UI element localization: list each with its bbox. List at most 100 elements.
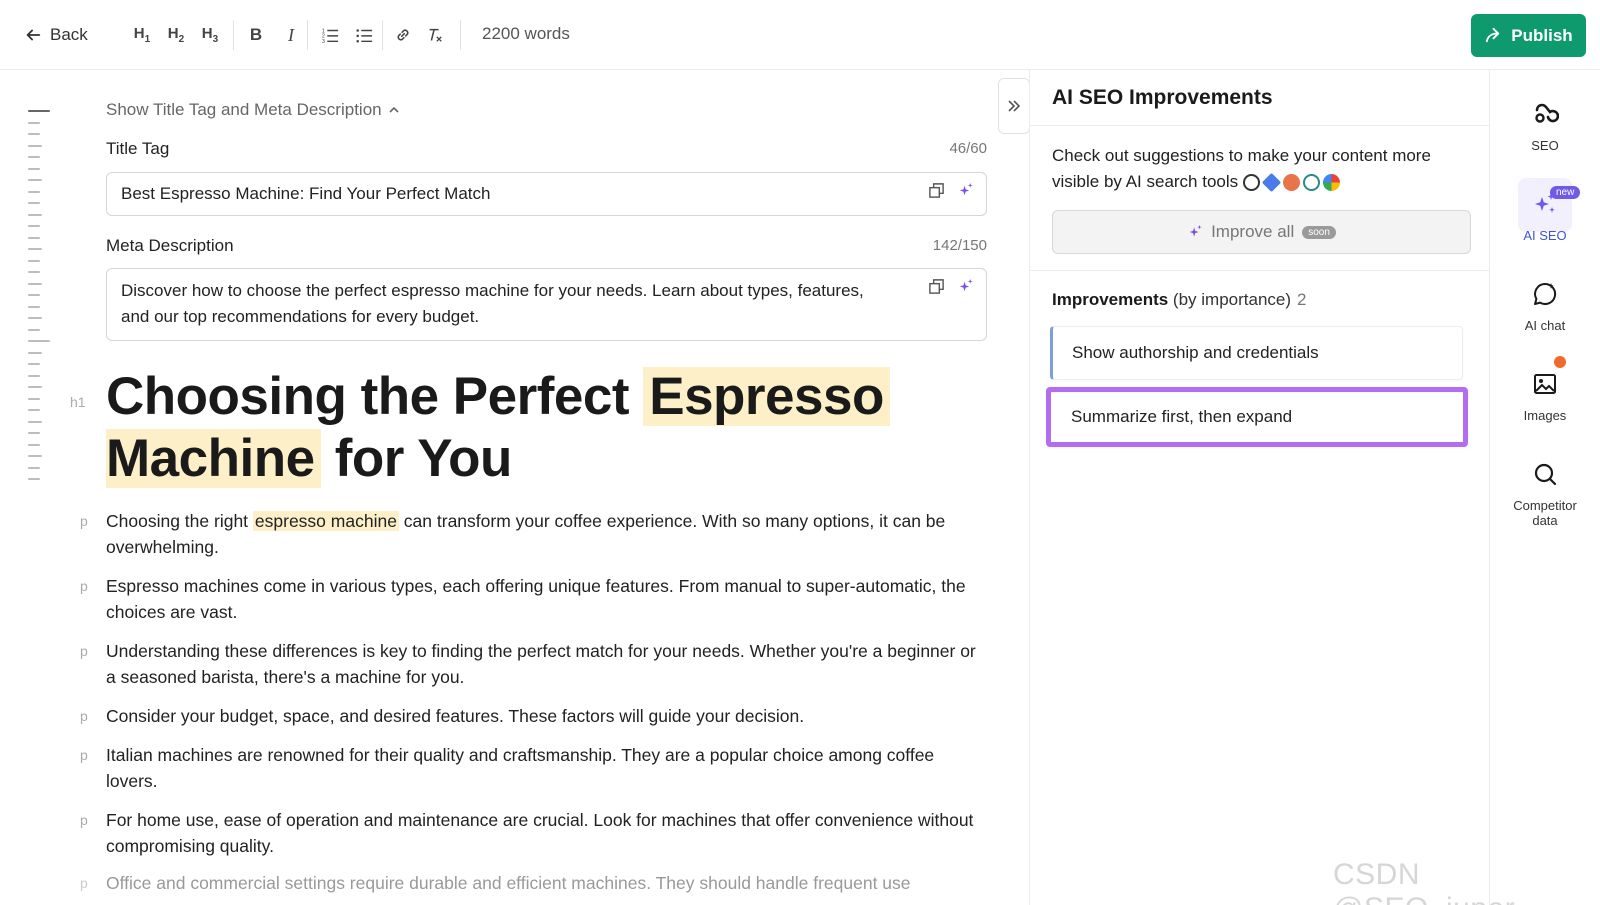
outline-tick — [28, 409, 40, 411]
chatgpt-icon — [1242, 174, 1260, 192]
rail-label: Images — [1523, 408, 1567, 423]
heading-1-button[interactable]: H1 — [128, 22, 156, 48]
arrow-left-icon — [26, 29, 41, 41]
outline-tick — [28, 179, 42, 181]
new-badge: new — [1550, 186, 1581, 199]
outline-tick — [28, 317, 42, 319]
rail-item-images[interactable]: Images — [1490, 370, 1600, 423]
paragraph[interactable]: Understanding these differences is key t… — [106, 638, 986, 690]
panel-description-text: Check out suggestions to make your conte… — [1052, 146, 1431, 191]
outline-tick — [28, 340, 50, 342]
search-icon — [1534, 463, 1557, 486]
paragraph[interactable]: For home use, ease of operation and main… — [106, 807, 986, 859]
heading-2-button[interactable]: H2 — [162, 22, 190, 48]
document-heading[interactable]: Choosing the Perfect Espresso Machine for… — [106, 366, 986, 490]
p-block-tag: p — [80, 875, 88, 891]
paragraph[interactable]: Espresso machines come in various types,… — [106, 573, 986, 625]
highlighted-keyword: Espresso — [643, 367, 890, 426]
outline-tick — [28, 455, 42, 457]
rail-item-ai-seo[interactable]: new AI SEO — [1490, 186, 1600, 243]
heading-3-button[interactable]: H3 — [196, 22, 224, 48]
outline-tick — [28, 363, 40, 365]
outline-tick — [28, 236, 40, 239]
outline-tick — [28, 443, 40, 446]
highlighted-keyword: Machine — [106, 429, 321, 488]
outline-tick — [28, 386, 42, 388]
h1-block-tag: h1 — [70, 394, 86, 410]
perplexity-icon — [1302, 174, 1320, 192]
rail-label: AI SEO — [1523, 228, 1567, 243]
outline-tick — [28, 190, 40, 193]
outline-tick — [28, 110, 50, 112]
improve-all-button[interactable]: Improve all soon — [1052, 210, 1471, 254]
paragraph[interactable]: Italian machines are renowned for their … — [106, 742, 986, 794]
improvement-item[interactable]: Show authorship and credentials — [1050, 326, 1463, 380]
outline-tick — [28, 432, 40, 434]
rail-item-competitor-data[interactable]: Competitor data — [1490, 460, 1600, 528]
collapse-panel-button[interactable] — [998, 78, 1030, 134]
editor-toolbar: Back H1 H2 H3 B I 123 2200 words Publish — [0, 0, 1600, 70]
ordered-list-icon: 123 — [322, 28, 339, 44]
p-block-tag: p — [80, 513, 88, 529]
paragraph[interactable]: Consider your budget, space, and desired… — [106, 703, 986, 729]
improvements-heading: Improvements (by importance) 2 — [1052, 290, 1307, 310]
seo-logo-icon — [1535, 103, 1559, 123]
double-chevron-right-icon — [1008, 100, 1021, 112]
rail-item-ai-chat[interactable]: AI chat — [1490, 280, 1600, 333]
outline-tick — [28, 259, 40, 262]
sparkle-icon[interactable] — [957, 182, 974, 199]
document-outline-ruler[interactable] — [28, 110, 54, 490]
meta-toggle[interactable]: Show Title Tag and Meta Description — [106, 100, 400, 120]
ordered-list-button[interactable]: 123 — [316, 22, 344, 48]
improvements-heading-bold: Improvements — [1052, 290, 1169, 309]
meta-description-field[interactable]: Discover how to choose the perfect espre… — [106, 268, 987, 341]
outline-tick — [28, 351, 42, 354]
meta-description-value[interactable]: Discover how to choose the perfect espre… — [121, 278, 881, 330]
outline-tick — [28, 213, 42, 216]
google-icon — [1322, 174, 1340, 192]
outline-tick — [28, 167, 40, 170]
paragraph[interactable]: Choosing the right espresso machine can … — [106, 508, 986, 560]
bold-button[interactable]: B — [242, 22, 270, 48]
p-block-tag: p — [80, 708, 88, 724]
highlighted-keyword: espresso machine — [252, 511, 399, 531]
improvement-item-selected[interactable]: Summarize first, then expand — [1046, 387, 1468, 447]
ai-tool-logos — [1242, 172, 1340, 193]
share-arrow-icon — [1486, 27, 1500, 43]
meta-toggle-label: Show Title Tag and Meta Description — [106, 100, 382, 119]
title-tag-count: 46/60 — [949, 140, 987, 157]
outline-tick — [28, 397, 40, 400]
sparkle-icon — [1189, 224, 1202, 237]
rail-label: data — [1532, 513, 1558, 528]
publish-button[interactable]: Publish — [1471, 14, 1586, 57]
link-icon — [397, 29, 409, 41]
panel-title: AI SEO Improvements — [1052, 86, 1273, 109]
paragraph[interactable]: Office and commercial settings require d… — [106, 870, 986, 896]
outline-tick — [28, 144, 42, 147]
publish-label: Publish — [1511, 25, 1573, 45]
italic-button[interactable]: I — [277, 22, 305, 48]
outline-tick — [28, 305, 40, 308]
soon-badge: soon — [1302, 225, 1336, 239]
back-label: Back — [50, 25, 88, 44]
bullet-list-button[interactable] — [350, 22, 378, 48]
title-tag-value[interactable]: Best Espresso Machine: Find Your Perfect… — [121, 181, 490, 207]
outline-tick — [28, 202, 40, 204]
watermark: CSDN @SEO_juper — [1333, 858, 1515, 905]
image-icon — [1534, 374, 1556, 394]
copy-icon[interactable] — [928, 278, 945, 295]
back-button[interactable]: Back — [24, 22, 88, 48]
outline-tick — [28, 328, 40, 331]
rail-item-seo[interactable]: SEO — [1490, 100, 1600, 153]
svg-text:3: 3 — [322, 39, 325, 44]
outline-tick — [28, 156, 40, 158]
clear-format-button[interactable] — [421, 22, 449, 48]
clear-format-icon — [429, 28, 442, 42]
link-button[interactable] — [389, 22, 417, 48]
outline-tick — [28, 294, 40, 296]
title-tag-field[interactable]: Best Espresso Machine: Find Your Perfect… — [106, 172, 987, 216]
copy-icon[interactable] — [928, 182, 945, 199]
outline-tick — [28, 282, 42, 285]
sparkle-icon[interactable] — [957, 278, 974, 295]
ai-seo-panel: AI SEO Improvements Check out suggestion… — [1029, 70, 1490, 905]
